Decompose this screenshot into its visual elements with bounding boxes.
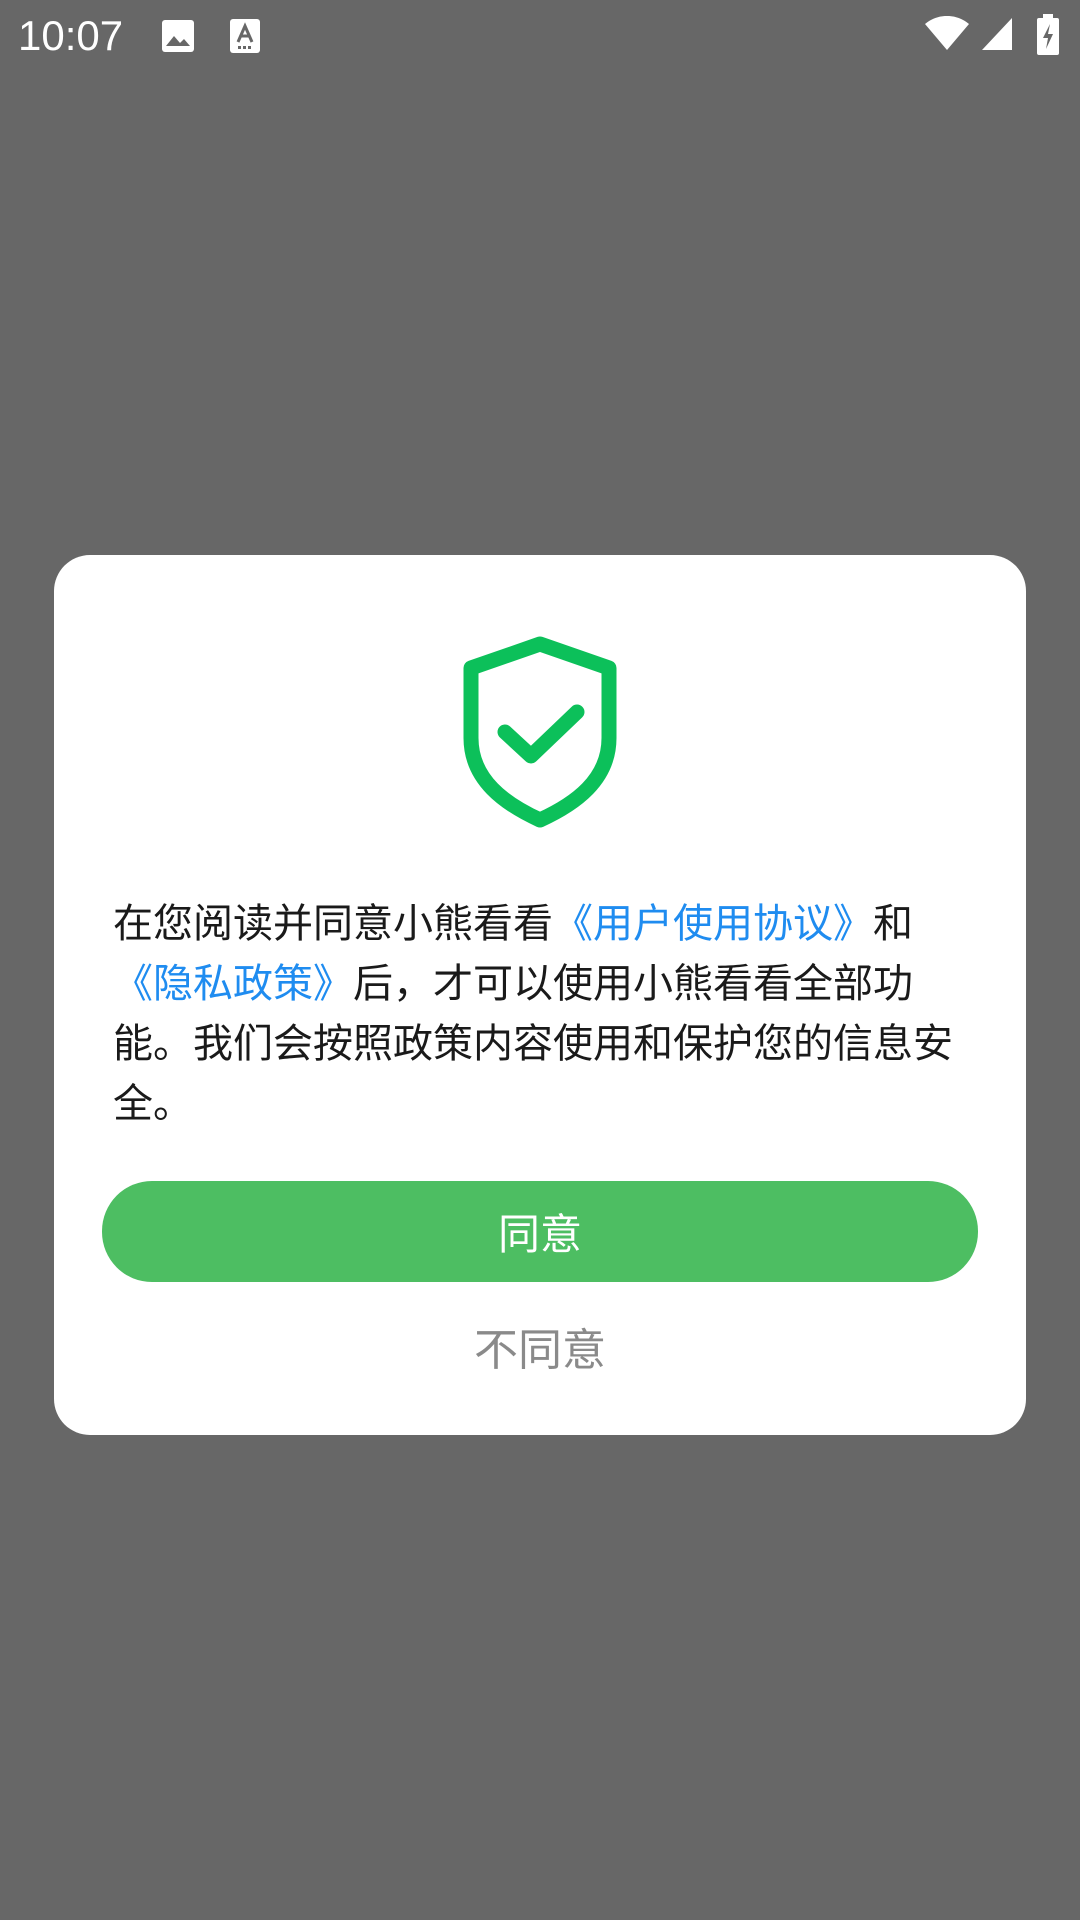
signal-icon [982,18,1012,50]
status-time: 10:07 [18,12,124,59]
user-agreement-link[interactable]: 《用户使用协议》 [553,901,873,947]
status-bar: 10:07 [0,0,1080,72]
message-text-1: 在您阅读并同意小熊看看 [113,901,553,947]
dialog-message: 在您阅读并同意小熊看看《用户使用协议》和《隐私政策》后，才可以使用小熊看看全部功… [113,894,973,1134]
agree-button[interactable]: 同意 [102,1181,978,1282]
shield-check-icon [463,636,617,828]
message-text-2: 和 [873,901,913,947]
wifi-icon [925,16,969,50]
text-a-icon [230,19,260,53]
image-icon [162,20,194,52]
privacy-policy-link[interactable]: 《隐私政策》 [113,961,353,1007]
battery-charging-icon [1037,14,1059,55]
disagree-button[interactable]: 不同意 [390,1316,690,1376]
